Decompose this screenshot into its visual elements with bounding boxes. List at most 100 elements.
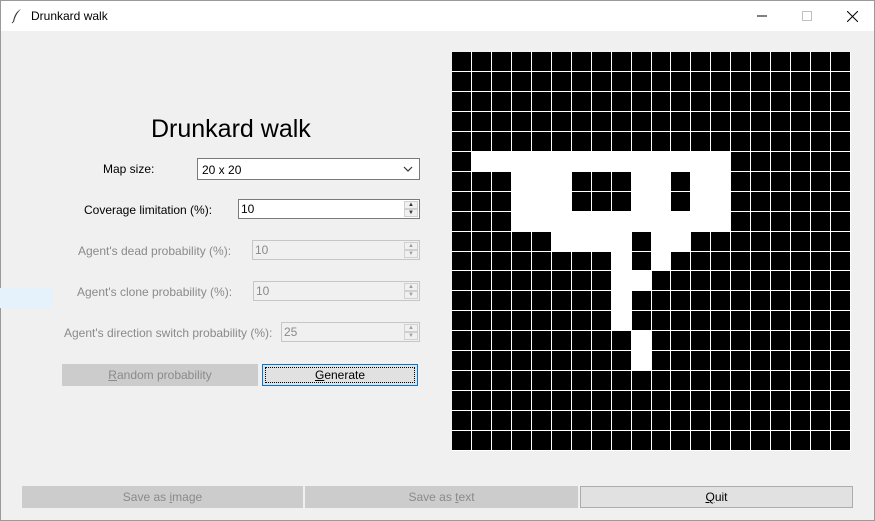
wall-cell <box>831 52 850 71</box>
wall-cell <box>771 191 791 211</box>
wall-cell <box>452 291 471 311</box>
wall-cell <box>651 391 671 411</box>
generate-button[interactable]: Generate <box>262 364 418 386</box>
wall-cell <box>591 431 611 450</box>
maximize-button[interactable] <box>784 1 830 31</box>
wall-cell <box>571 191 591 211</box>
wall-cell <box>471 311 491 331</box>
wall-cell <box>511 271 531 291</box>
wall-cell <box>631 291 651 311</box>
wall-cell <box>491 71 511 91</box>
wall-cell <box>651 331 671 351</box>
spin-down-icon: ▼ <box>404 250 418 258</box>
wall-cell <box>731 231 751 251</box>
wall-cell <box>711 411 731 431</box>
wall-cell <box>591 71 611 91</box>
wall-cell <box>651 131 671 151</box>
wall-cell <box>811 411 831 431</box>
wall-cell <box>811 131 831 151</box>
wall-cell <box>591 331 611 351</box>
wall-cell <box>491 411 511 431</box>
wall-cell <box>591 351 611 371</box>
wall-cell <box>511 391 531 411</box>
quit-button[interactable]: Quit <box>580 486 853 508</box>
wall-cell <box>631 251 651 271</box>
wall-cell <box>511 91 531 111</box>
wall-cell <box>631 231 651 251</box>
wall-cell <box>591 271 611 291</box>
wall-cell <box>791 311 811 331</box>
wall-cell <box>791 131 811 151</box>
wall-cell <box>491 351 511 371</box>
wall-cell <box>631 411 651 431</box>
focus-strip <box>0 288 52 308</box>
window-title: Drunkard walk <box>31 9 108 23</box>
spin-up-icon: ▲ <box>404 283 418 291</box>
wall-cell <box>811 211 831 231</box>
wall-cell <box>551 271 571 291</box>
wall-cell <box>471 171 491 191</box>
floor-cell <box>511 191 531 211</box>
wall-cell <box>731 151 751 171</box>
wall-cell <box>731 251 751 271</box>
dungeon-map <box>452 52 851 451</box>
wall-cell <box>511 251 531 271</box>
wall-cell <box>691 371 711 391</box>
chevron-down-icon <box>403 166 413 172</box>
wall-cell <box>671 131 691 151</box>
wall-cell <box>831 411 850 431</box>
wall-cell <box>751 171 771 191</box>
minimize-button[interactable] <box>739 1 785 31</box>
wall-cell <box>571 291 591 311</box>
floor-cell <box>691 151 711 171</box>
wall-cell <box>791 391 811 411</box>
wall-cell <box>671 251 691 271</box>
save-as-image-button: Save as i mage <box>22 486 303 508</box>
wall-cell <box>811 171 831 191</box>
wall-cell <box>831 371 850 391</box>
wall-cell <box>491 52 511 71</box>
floor-cell <box>591 151 611 171</box>
wall-cell <box>791 431 811 450</box>
close-button[interactable] <box>829 1 875 31</box>
wall-cell <box>471 391 491 411</box>
wall-cell <box>452 131 471 151</box>
wall-cell <box>511 131 531 151</box>
wall-cell <box>811 52 831 71</box>
map-size-select[interactable]: 20 x 20 <box>197 158 420 180</box>
floor-cell <box>711 151 731 171</box>
wall-cell <box>551 291 571 311</box>
wall-cell <box>671 331 691 351</box>
wall-cell <box>771 52 791 71</box>
spin-up-icon[interactable]: ▲ <box>404 201 418 209</box>
wall-cell <box>511 411 531 431</box>
maximize-icon <box>802 11 812 21</box>
wall-cell <box>811 91 831 111</box>
wall-cell <box>651 371 671 391</box>
wall-cell <box>711 351 731 371</box>
coverage-input[interactable] <box>241 201 401 217</box>
wall-cell <box>531 131 551 151</box>
coverage-spinbox[interactable]: ▲ ▼ <box>238 199 420 219</box>
wall-cell <box>811 251 831 271</box>
wall-cell <box>611 171 631 191</box>
wall-cell <box>651 411 671 431</box>
wall-cell <box>491 231 511 251</box>
floor-cell <box>651 191 671 211</box>
wall-cell <box>831 431 850 450</box>
wall-cell <box>831 131 850 151</box>
wall-cell <box>811 151 831 171</box>
feather-icon <box>11 8 23 24</box>
wall-cell <box>771 331 791 351</box>
wall-cell <box>651 91 671 111</box>
wall-cell <box>751 111 771 131</box>
wall-cell <box>571 351 591 371</box>
spin-down-icon[interactable]: ▼ <box>404 209 418 217</box>
wall-cell <box>551 71 571 91</box>
wall-cell <box>811 271 831 291</box>
wall-cell <box>591 191 611 211</box>
wall-cell <box>631 91 651 111</box>
save-as-text-button: Save as t ext <box>305 486 578 508</box>
wall-cell <box>731 171 751 191</box>
wall-cell <box>731 351 751 371</box>
